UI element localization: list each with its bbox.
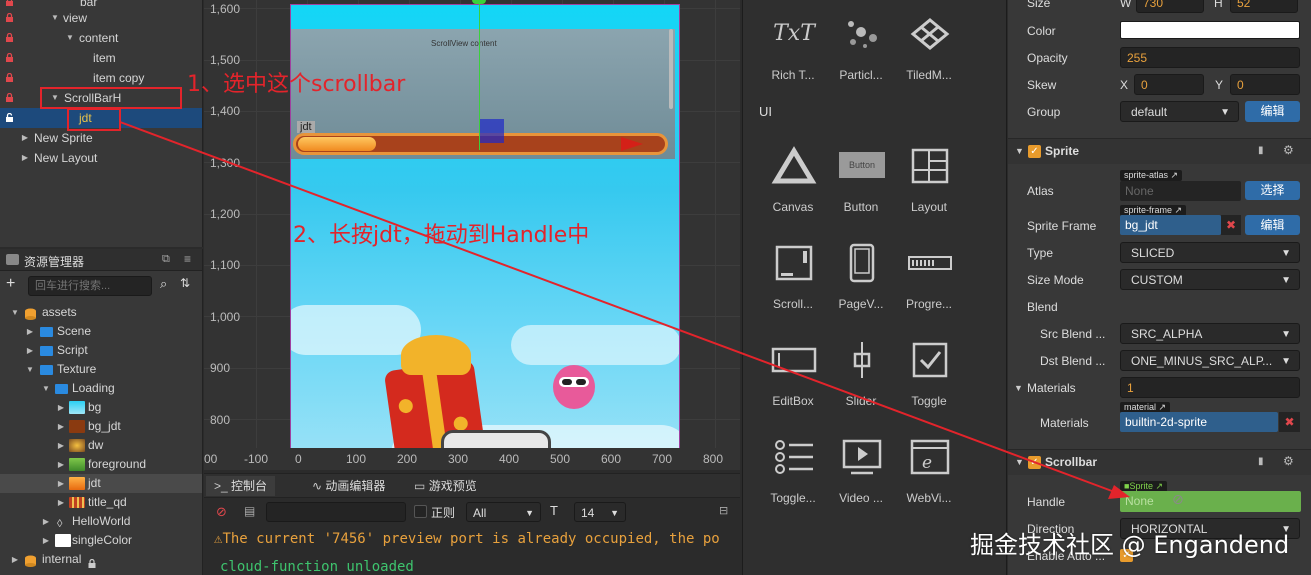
annotation-arrow (119, 121, 1130, 499)
watermark: 掘金技术社区 @ Engandend (970, 531, 1290, 559)
